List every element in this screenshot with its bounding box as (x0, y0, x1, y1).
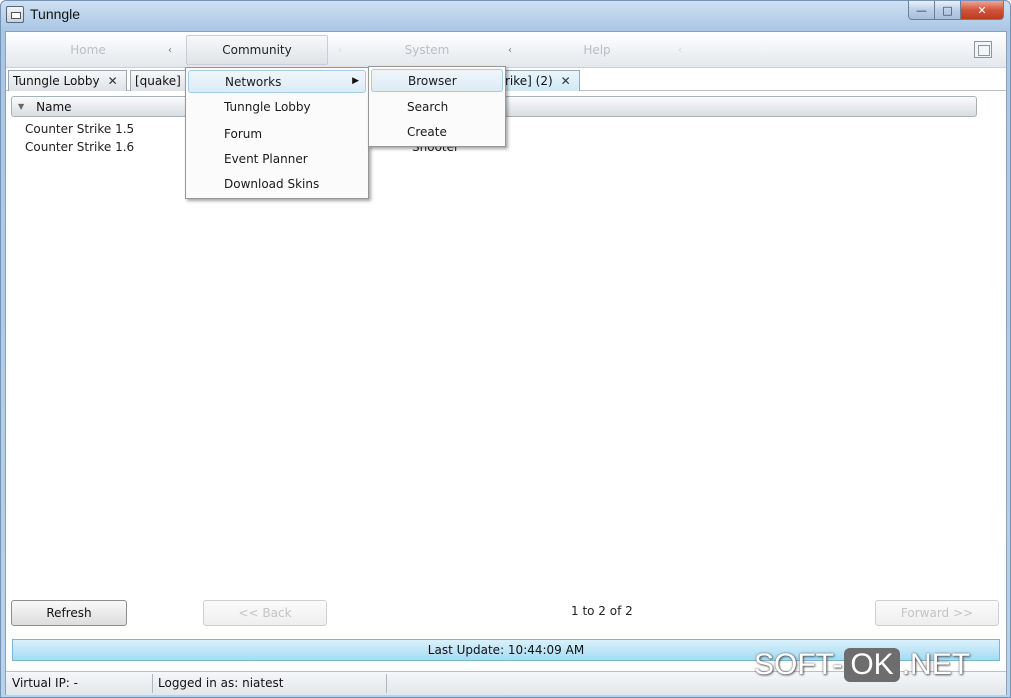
logged-in-user: Logged in as: niatest (158, 676, 284, 690)
close-icon[interactable]: ✕ (108, 74, 118, 88)
close-button[interactable]: ✕ (961, 1, 1004, 20)
watermark-middle: OK (844, 648, 900, 682)
menu-item-forum[interactable]: Forum (188, 122, 366, 145)
client-area: Home ‹ Community ‹ System ‹ Help ‹ Tunng… (5, 31, 1007, 695)
menu-item-networks[interactable]: Networks ▶ (188, 70, 366, 93)
chevron-left-icon[interactable]: ‹ (161, 40, 179, 60)
menu-item-tunngle-lobby[interactable]: Tunngle Lobby (188, 95, 366, 118)
menu-item-create[interactable]: Create (371, 120, 503, 143)
submenu-arrow-icon: ▶ (352, 76, 359, 86)
networks-submenu: Browser Search Create (368, 66, 506, 147)
tab-quake[interactable]: [quake] (130, 70, 190, 91)
chevron-left-icon[interactable]: ‹ (331, 40, 349, 60)
game-name: Counter Strike 1.6 (25, 140, 135, 154)
tab-label: [quake] (135, 74, 181, 88)
game-name: Counter Strike 1.5 (25, 122, 135, 136)
app-window: Tunngle — □ ✕ Home ‹ Community ‹ System … (0, 0, 1011, 698)
status-divider (386, 674, 387, 693)
tab-strip: Tunngle Lobby ✕ [quake] rike] (2) ✕ (6, 69, 1006, 91)
close-icon[interactable]: ✕ (561, 74, 571, 88)
caption-buttons: — □ ✕ (908, 1, 1004, 20)
chevron-left-icon[interactable]: ‹ (501, 40, 519, 60)
menu-community[interactable]: Community (186, 35, 328, 65)
menu-item-search[interactable]: Search (371, 95, 503, 118)
watermark-left: SOFT- (754, 648, 843, 681)
maximize-button[interactable]: □ (935, 1, 961, 20)
menu-help[interactable]: Help (526, 35, 668, 65)
chevron-left-icon[interactable]: ‹ (671, 40, 689, 60)
virtual-ip: Virtual IP: - (12, 676, 78, 690)
tab-label: rike] (2) (505, 74, 553, 88)
window-title: Tunngle (30, 6, 81, 22)
paging-info: 1 to 2 of 2 (571, 604, 633, 618)
title-bar[interactable]: Tunngle — □ ✕ (1, 1, 1010, 29)
watermark-right: .NET (901, 648, 971, 681)
refresh-button[interactable]: Refresh (11, 600, 127, 626)
minimize-button[interactable]: — (908, 1, 935, 20)
back-button[interactable]: << Back (203, 600, 327, 626)
status-divider (152, 674, 153, 693)
menu-item-download-skins[interactable]: Download Skins (188, 172, 366, 195)
window-layout-icon[interactable] (974, 41, 992, 58)
tab-label: Tunngle Lobby (13, 74, 100, 88)
menu-home[interactable]: Home (14, 35, 162, 65)
menu-system[interactable]: System (356, 35, 498, 65)
menu-item-label: Networks (225, 74, 282, 89)
watermark: SOFT- OK .NET (754, 645, 970, 685)
sort-down-icon[interactable]: ▼ (18, 102, 24, 111)
community-menu: Networks ▶ Tunngle Lobby Forum Event Pla… (185, 67, 369, 199)
tab-counter-strike[interactable]: rike] (2) ✕ (500, 70, 580, 91)
main-menu-bar: Home ‹ Community ‹ System ‹ Help ‹ (6, 32, 1006, 68)
column-header-name[interactable]: Name (36, 100, 71, 114)
tab-tunngle-lobby[interactable]: Tunngle Lobby ✕ (8, 70, 127, 91)
menu-item-browser[interactable]: Browser (371, 69, 503, 92)
forward-button[interactable]: Forward >> (875, 600, 999, 626)
app-icon[interactable] (6, 6, 24, 23)
menu-item-event-planner[interactable]: Event Planner (188, 147, 366, 170)
